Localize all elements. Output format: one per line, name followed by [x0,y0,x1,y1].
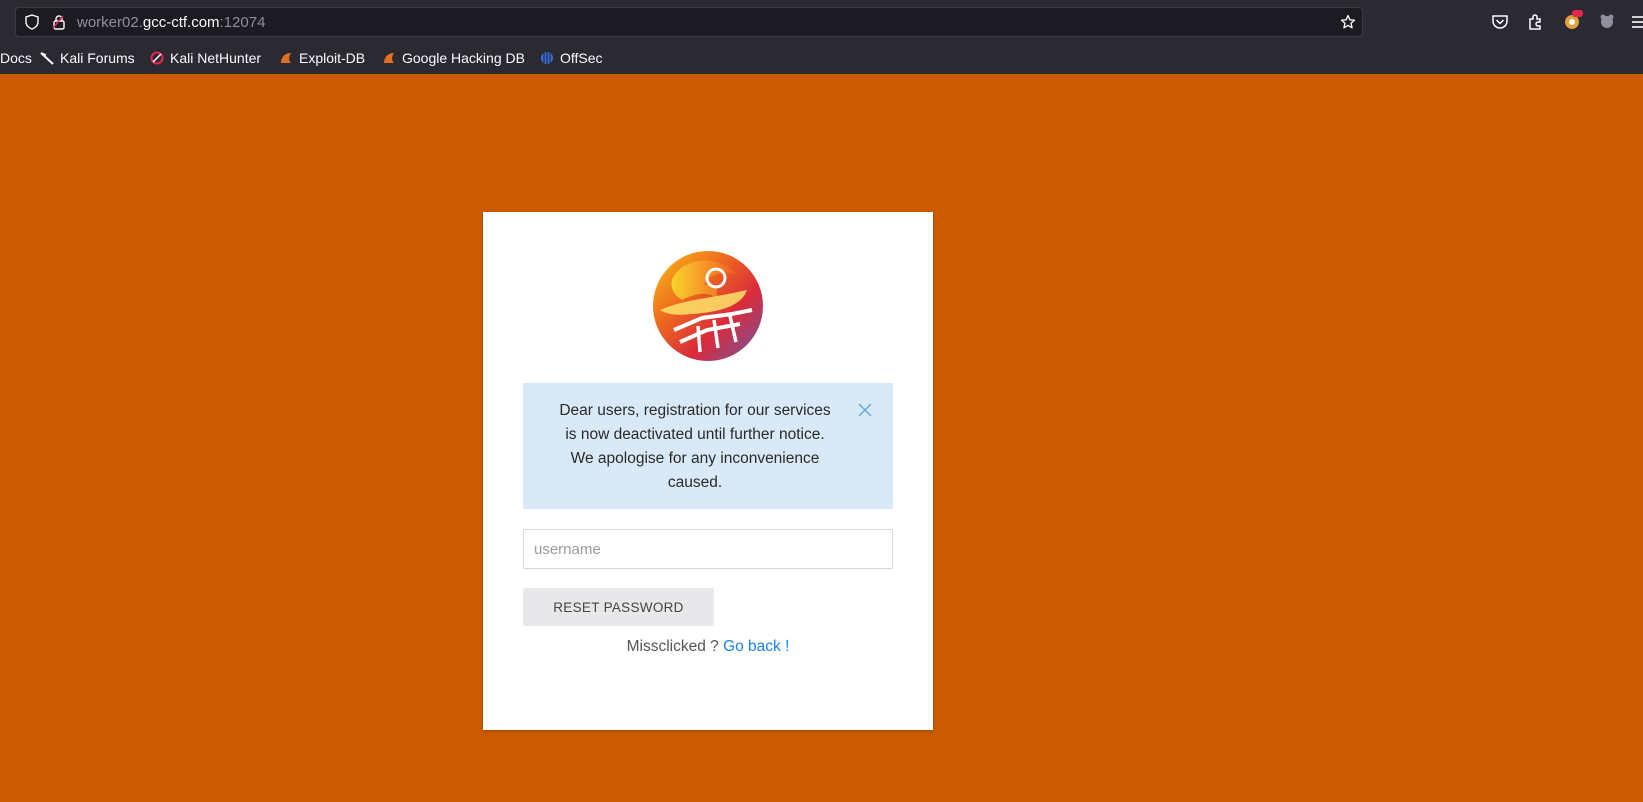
site-logo-icon [653,251,763,361]
bookmark-label: Exploit-DB [299,50,366,66]
bookmark-offsec[interactable]: OffSec [540,48,603,68]
alert-line: Dear users, registration for our service… [559,402,831,419]
go-back-line: Missclicked ? Go back ! [483,638,933,656]
alert-line: is now deactivated until further notice. [565,426,825,443]
lock-icon[interactable] [51,14,67,30]
footer-text: Missclicked ? [626,638,724,655]
extensions-icon[interactable] [1525,11,1547,33]
username-input[interactable] [523,529,893,569]
bookmarks-toolbar: Docs Kali Forums Kali NetHunter Exploit-… [0,46,1643,70]
page-content: Dear users, registration for our service… [0,74,1643,802]
star-icon[interactable] [1340,14,1356,30]
bookmark-label: Kali NetHunter [170,50,262,66]
registration-notice-alert: Dear users, registration for our service… [523,383,893,509]
extension-badge-icon[interactable] [1561,9,1583,31]
bookmark-label: Kali Forums [60,50,135,66]
url-host: gcc-ctf.com [142,14,220,31]
alert-message: Dear users, registration for our service… [545,399,845,495]
puzzle-addon-icon[interactable] [1596,11,1618,33]
reset-password-button[interactable]: RESET PASSWORD [523,588,714,626]
url-prefix: worker02. [77,14,143,31]
address-bar[interactable]: worker02.gcc-ctf.com:12074 [15,7,1363,37]
browser-chrome: worker02.gcc-ctf.com:12074 Docs Kali For… [0,0,1643,75]
menu-icon[interactable] [1630,11,1643,33]
shield-icon[interactable] [24,14,40,30]
nethunter-icon [150,51,164,65]
url-port: :12074 [219,14,266,31]
navigation-toolbar: worker02.gcc-ctf.com:12074 [0,0,1643,44]
bookmark-label: OffSec [560,50,603,66]
bookmark-kali-forums[interactable]: Kali Forums [40,48,135,68]
close-icon[interactable] [857,402,873,418]
ghdb-icon [384,53,394,63]
alert-line: We apologise for any inconvenience [570,450,820,467]
bookmark-docs[interactable]: Docs [0,48,32,68]
bookmark-kali-nethunter[interactable]: Kali NetHunter [150,48,261,68]
go-back-link[interactable]: Go back ! [723,638,789,655]
reset-password-card: Dear users, registration for our service… [483,212,933,730]
alert-line: caused. [667,474,723,491]
bookmark-exploit-db[interactable]: Exploit-DB [279,48,365,68]
bookmark-google-hacking-db[interactable]: Google Hacking DB [382,48,525,68]
bookmark-label: Google Hacking DB [402,50,525,66]
offsec-icon [541,52,553,64]
exploit-db-icon [281,53,291,63]
kali-dragon-icon [40,52,54,65]
pocket-icon[interactable] [1489,11,1511,33]
bookmark-label: Docs [0,50,32,66]
url-text[interactable]: worker02.gcc-ctf.com:12074 [77,14,265,31]
